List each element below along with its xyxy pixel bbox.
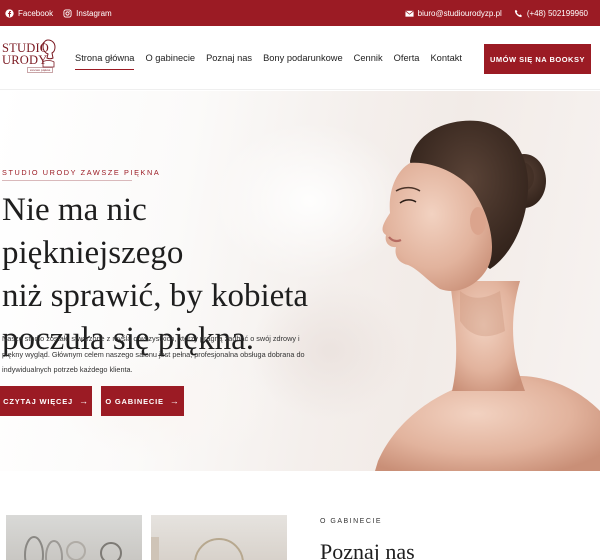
about-eyebrow: O GABINECIE [320,518,383,525]
hero-eyebrow: STUDIO URODY ZAWSZE PIĘKNA [2,168,161,177]
instagram-label: Instagram [76,8,112,18]
about-salon-label: O GABINECIE [105,396,164,406]
phone-link[interactable]: (+48) 502199960 [514,9,588,18]
email-link[interactable]: biuro@studiourodyzp.pl [405,9,502,18]
about-salon-button[interactable]: O GABINECIE → [101,386,184,416]
hero-headline-line-2: niż sprawić, by kobieta [2,278,309,314]
nav-item-contact[interactable]: Kontakt [425,26,468,90]
instagram-link[interactable]: Instagram [63,9,112,18]
nav-item-meet-us[interactable]: Poznaj nas [201,26,258,90]
top-bar: Facebook Instagram biuro@studiourodyzp.p… [0,0,600,26]
phone-label: (+48) 502199960 [526,8,588,18]
nav-item-home[interactable]: Strona główna [75,26,140,90]
mail-icon [405,10,414,17]
hero-woman-portrait [375,120,600,471]
mirror-decor-image-2 [151,537,244,560]
facebook-link[interactable]: Facebook [5,9,53,18]
main-nav: Strona główna O gabinecie Poznaj nas Bon… [75,26,468,90]
arrow-right-icon: → [79,396,89,406]
hero-headline-line-1: Nie ma nic piękniejszego [2,192,184,271]
nav-item-gift-vouchers[interactable]: Bony podarunkowe [258,26,349,90]
nav-item-offer[interactable]: Oferta [388,26,425,90]
phone-icon [514,9,522,17]
read-more-button[interactable]: CZYTAJ WIĘCEJ → [0,386,92,416]
facebook-icon [5,8,14,18]
nav-item-about-salon[interactable]: O gabinecie [140,26,201,90]
site-logo[interactable]: STUDIO URODY zawsze piękna [0,38,62,78]
read-more-label: CZYTAJ WIĘCEJ [3,396,74,406]
mirror-decor-image-1 [24,536,122,560]
facebook-label: Facebook [18,8,54,18]
hero-eyebrow-underline [2,180,132,181]
hero-lead-text: Nasze studio zostało stworzone z myślą o… [2,334,305,374]
instagram-icon [63,8,72,18]
salon-photo-decor [151,515,287,560]
email-label: biuro@studiourodyzp.pl [417,8,502,18]
logo-face-icon [41,39,56,68]
hero-section: STUDIO URODY ZAWSZE PIĘKNA Nie ma nic pi… [0,91,600,471]
arrow-right-icon: → [169,396,180,406]
about-title: Poznaj nas [320,539,415,560]
nav-item-prices[interactable]: Cennik [348,26,388,90]
booksy-booking-button[interactable]: UMÓW SIĘ NA BOOKSY [484,44,591,74]
salon-photo-mirrors [6,515,142,560]
site-header: STUDIO URODY zawsze piękna Strona główna… [0,26,600,90]
